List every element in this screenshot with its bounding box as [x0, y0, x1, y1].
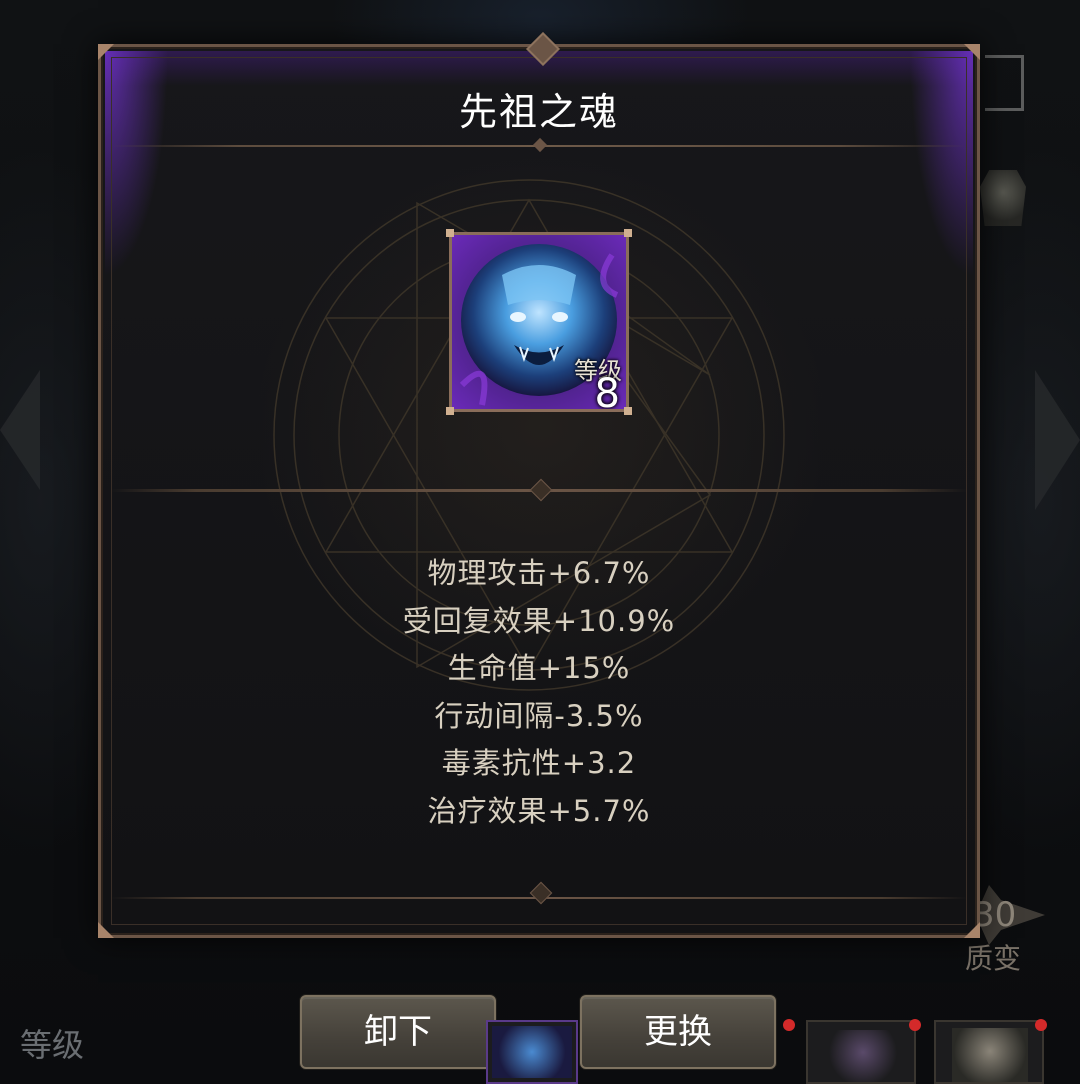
stat-line: 治疗效果+5.7% — [427, 793, 651, 828]
item-icon-frame[interactable]: 等级 8 — [449, 232, 629, 412]
item-detail-dialog: 先祖之魂 等级 8 物理攻击+6.7% 受回复效果+10.9% 生命值+15% … — [98, 32, 980, 938]
notification-dot — [783, 1019, 795, 1031]
helmet-icon — [828, 1030, 898, 1082]
stat-line: 生命值+15% — [447, 651, 631, 685]
armor-icon[interactable] — [980, 170, 1026, 226]
stat-list: 物理攻击+6.7% 受回复效果+10.9% 生命值+15% 行动间隔-3.5% … — [101, 550, 977, 835]
stat-line: 受回复效果+10.9% — [402, 603, 676, 638]
hero-level-label: 等级 — [20, 1026, 85, 1064]
notification-dot — [909, 1019, 921, 1031]
equipment-slot[interactable] — [806, 1020, 916, 1084]
icon-corner-ornament — [446, 407, 454, 415]
icon-corner-ornament — [446, 229, 454, 237]
next-arrow-icon[interactable] — [1035, 370, 1080, 510]
item-level-value: 8 — [594, 371, 620, 412]
stat-line: 物理攻击+6.7% — [427, 556, 651, 590]
equipment-slot-selected[interactable] — [486, 1020, 578, 1084]
spirit-thumbnail-icon — [492, 1026, 572, 1078]
dialog-title: 先祖之魂 — [458, 90, 619, 134]
icon-corner-ornament — [624, 407, 632, 415]
unequip-button[interactable]: 卸下 — [300, 995, 496, 1069]
armor-piece-icon — [952, 1028, 1028, 1082]
stat-line: 行动间隔-3.5% — [434, 698, 644, 733]
equipment-slot[interactable] — [934, 1020, 1044, 1084]
icon-corner-ornament — [624, 229, 632, 237]
replace-button[interactable]: 更换 — [580, 995, 776, 1069]
fullscreen-icon[interactable] — [985, 55, 1024, 111]
quality-label: 质变 — [965, 942, 1022, 975]
stat-line: 毒素抗性+3.2 — [441, 746, 637, 780]
notification-dot — [1035, 1019, 1047, 1031]
previous-arrow-icon[interactable] — [0, 370, 40, 490]
